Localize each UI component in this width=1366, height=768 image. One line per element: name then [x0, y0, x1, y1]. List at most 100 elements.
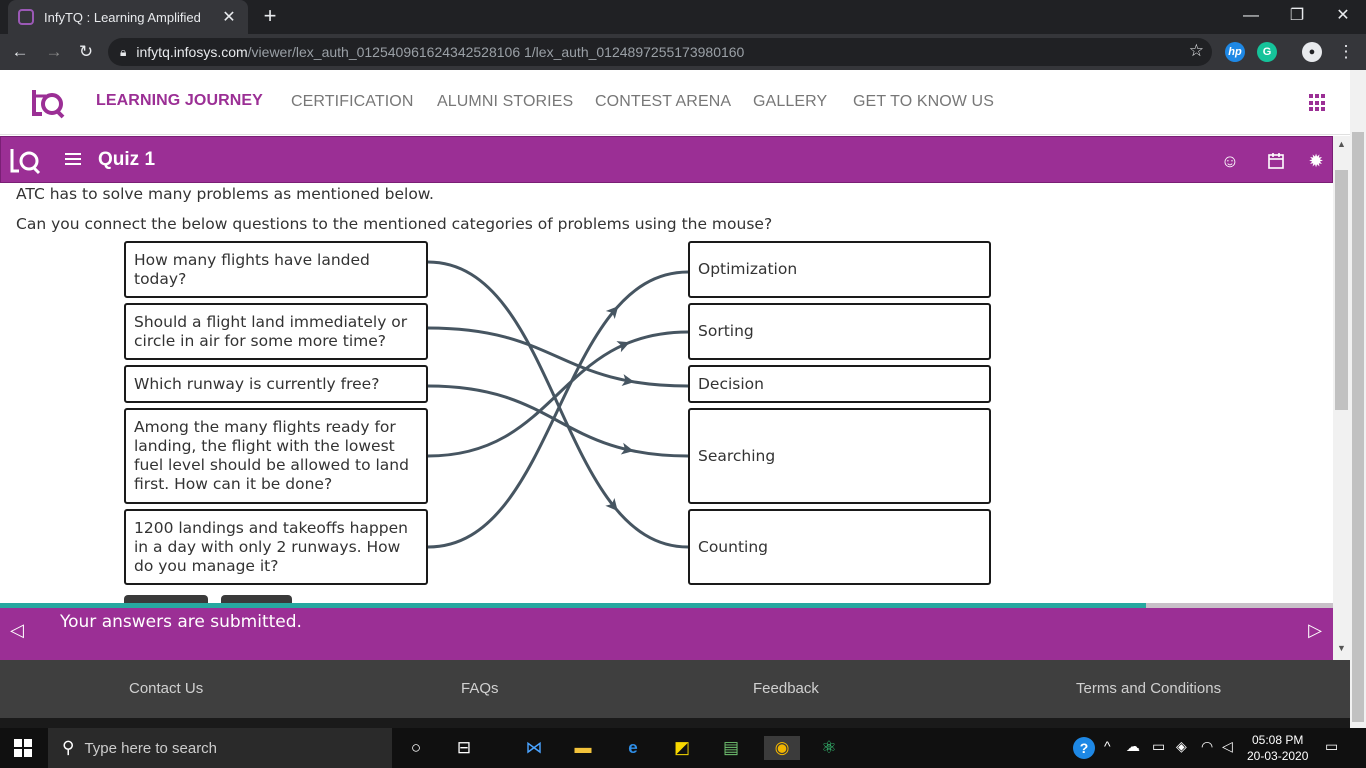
left-item-1[interactable]: Should a flight land immediately or circ… — [124, 303, 428, 360]
smiley-feedback-icon[interactable]: ☺ — [1220, 151, 1240, 171]
tab-close-icon[interactable]: ✕ — [220, 7, 238, 27]
quiz-scrollbar[interactable]: ▲ ▼ — [1333, 136, 1350, 660]
cortana-icon[interactable]: ○ — [404, 736, 428, 760]
right-item-searching[interactable]: Searching — [688, 408, 991, 504]
system-clock[interactable]: 05:08 PM 20-03-2020 — [1247, 732, 1308, 764]
calendar-icon[interactable] — [1266, 151, 1286, 171]
window-close-button[interactable]: ✕ — [1320, 0, 1366, 32]
back-arrow-icon[interactable]: ← — [8, 40, 32, 64]
restore-button[interactable]: ❐ — [1274, 0, 1320, 32]
atom-icon[interactable]: ⚛ — [817, 736, 841, 760]
clock-time: 05:08 PM — [1252, 733, 1304, 747]
connector-line-3-to-1 — [427, 330, 689, 458]
quiz-content: ATC has to solve many problems as mentio… — [0, 183, 1333, 603]
infytq-small-logo-icon — [10, 149, 41, 175]
help-icon[interactable]: ? — [1073, 737, 1095, 759]
bookmark-star-icon[interactable]: ☆ — [1189, 41, 1204, 61]
reset-button[interactable] — [221, 595, 292, 603]
previous-arrow-icon[interactable]: ◁ — [7, 620, 27, 640]
browser-tab[interactable]: InfyTQ : Learning Amplified ✕ — [8, 0, 248, 34]
browser-menu-icon[interactable]: ⋮ — [1334, 40, 1358, 64]
onedrive-icon[interactable]: ☁ — [1126, 738, 1140, 755]
sticky-notes-icon[interactable]: ◩ — [670, 736, 694, 760]
connector-line-1-to-2 — [427, 326, 689, 388]
hamburger-menu-icon[interactable] — [65, 153, 81, 165]
left-item-4[interactable]: 1200 landings and takeoffs happen in a d… — [124, 509, 428, 585]
left-item-0[interactable]: How many flights have landed today? — [124, 241, 428, 298]
connector-line-4-to-0 — [427, 270, 689, 549]
left-item-2[interactable]: Which runway is currently free? — [124, 365, 428, 403]
url-host: infytq.infosys.com — [136, 44, 248, 60]
url-path: /viewer/lex_auth_012540961624342528106 1… — [247, 44, 745, 60]
page-scrollbar[interactable] — [1350, 70, 1366, 730]
hp-extension-icon[interactable]: hp — [1225, 42, 1245, 62]
connector-arrowhead-icon — [621, 374, 635, 386]
left-item-3[interactable]: Among the many flights ready for landing… — [124, 408, 428, 504]
reload-icon[interactable]: ↻ — [74, 40, 98, 64]
wifi-icon[interactable]: ◠ — [1201, 738, 1213, 755]
right-item-sorting[interactable]: Sorting — [688, 303, 991, 360]
windows-start-icon[interactable] — [14, 739, 32, 757]
quiz-header-bar: Quiz 1 ☺ ✹ — [0, 136, 1333, 183]
edge-icon[interactable]: e — [621, 736, 645, 760]
connector-arrowhead-icon — [605, 306, 619, 320]
page-scroll-thumb[interactable] — [1352, 132, 1364, 722]
scroll-up-arrow-icon[interactable]: ▲ — [1333, 136, 1350, 152]
vscode-icon[interactable]: ⋈ — [522, 736, 546, 760]
address-bar[interactable]: 🔒︎ infytq.infosys.com/viewer/lex_auth_01… — [108, 38, 1212, 66]
nav-alumni-stories[interactable]: ALUMNI STORIES — [437, 93, 573, 111]
site-header: LEARNING JOURNEY CERTIFICATION ALUMNI ST… — [0, 70, 1366, 135]
right-item-decision[interactable]: Decision — [688, 365, 991, 403]
notepad-icon[interactable]: ▤ — [719, 736, 743, 760]
minimize-button[interactable]: — — [1228, 0, 1274, 32]
quiz-status-bar: ◁ Your answers are submitted. ▷ — [0, 608, 1333, 660]
footer-terms[interactable]: Terms and Conditions — [1076, 680, 1221, 697]
windows-taskbar: ⚲ Type here to search ○ ⊟ ⋈ ▬ e ◩ ▤ ◉ ⚛ … — [0, 728, 1366, 768]
footer-faqs[interactable]: FAQs — [461, 680, 499, 697]
nav-contest-arena[interactable]: CONTEST ARENA — [595, 93, 731, 111]
scroll-thumb[interactable] — [1335, 170, 1348, 410]
search-icon: ⚲ — [62, 738, 75, 757]
nav-learning-journey[interactable]: LEARNING JOURNEY — [96, 92, 263, 110]
infytq-favicon-icon — [18, 9, 34, 25]
nav-certification[interactable]: CERTIFICATION — [291, 93, 414, 111]
nav-get-to-know-us[interactable]: GET TO KNOW US — [853, 93, 994, 111]
browser-tab-strip: InfyTQ : Learning Amplified ✕ + — ❐ ✕ — [0, 0, 1366, 34]
notifications-icon[interactable]: ▭ — [1325, 738, 1338, 755]
right-item-counting[interactable]: Counting — [688, 509, 991, 585]
connector-arrowhead-icon — [605, 497, 618, 511]
task-view-icon[interactable]: ⊟ — [452, 736, 476, 760]
profile-avatar-icon[interactable]: ● — [1302, 42, 1322, 62]
connector-line-0-to-4 — [427, 260, 689, 549]
battery-icon[interactable]: ▭ — [1152, 738, 1165, 755]
tab-title: InfyTQ : Learning Amplified — [44, 9, 201, 25]
forward-arrow-icon[interactable]: → — [42, 40, 66, 64]
site-footer: Contact Us FAQs Feedback Terms and Condi… — [0, 660, 1350, 718]
settings-gear-icon[interactable]: ✹ — [1306, 151, 1326, 171]
footer-feedback[interactable]: Feedback — [753, 680, 819, 697]
next-arrow-icon[interactable]: ▷ — [1305, 620, 1325, 640]
tray-expand-icon[interactable]: ^ — [1104, 738, 1111, 754]
file-explorer-icon[interactable]: ▬ — [571, 736, 595, 760]
footer-contact-us[interactable]: Contact Us — [129, 680, 203, 697]
connector-line-2-to-3 — [427, 384, 689, 458]
dropbox-icon[interactable]: ◈ — [1176, 738, 1187, 755]
infytq-logo-icon[interactable] — [30, 84, 66, 120]
browser-toolbar: ← → ↻ 🔒︎ infytq.infosys.com/viewer/lex_a… — [0, 34, 1366, 70]
scroll-down-arrow-icon[interactable]: ▼ — [1333, 640, 1350, 656]
chrome-icon[interactable]: ◉ — [764, 736, 800, 760]
volume-icon[interactable]: ◁ — [1222, 738, 1233, 755]
quiz-question-text: Can you connect the below questions to t… — [16, 215, 773, 233]
connector-arrowhead-icon — [620, 442, 634, 455]
app-grid-icon[interactable] — [1309, 94, 1327, 112]
new-tab-button[interactable]: + — [258, 4, 282, 28]
taskbar-search-box[interactable]: ⚲ Type here to search — [48, 728, 392, 768]
nav-gallery[interactable]: GALLERY — [753, 93, 827, 111]
connector-arrowhead-icon — [616, 341, 630, 353]
search-placeholder: Type here to search — [84, 739, 218, 757]
clock-date: 20-03-2020 — [1247, 749, 1309, 763]
right-item-optimization[interactable]: Optimization — [688, 241, 991, 298]
submit-button[interactable] — [124, 595, 208, 603]
quiz-title: Quiz 1 — [98, 149, 156, 170]
grammarly-extension-icon[interactable]: G — [1257, 42, 1277, 62]
